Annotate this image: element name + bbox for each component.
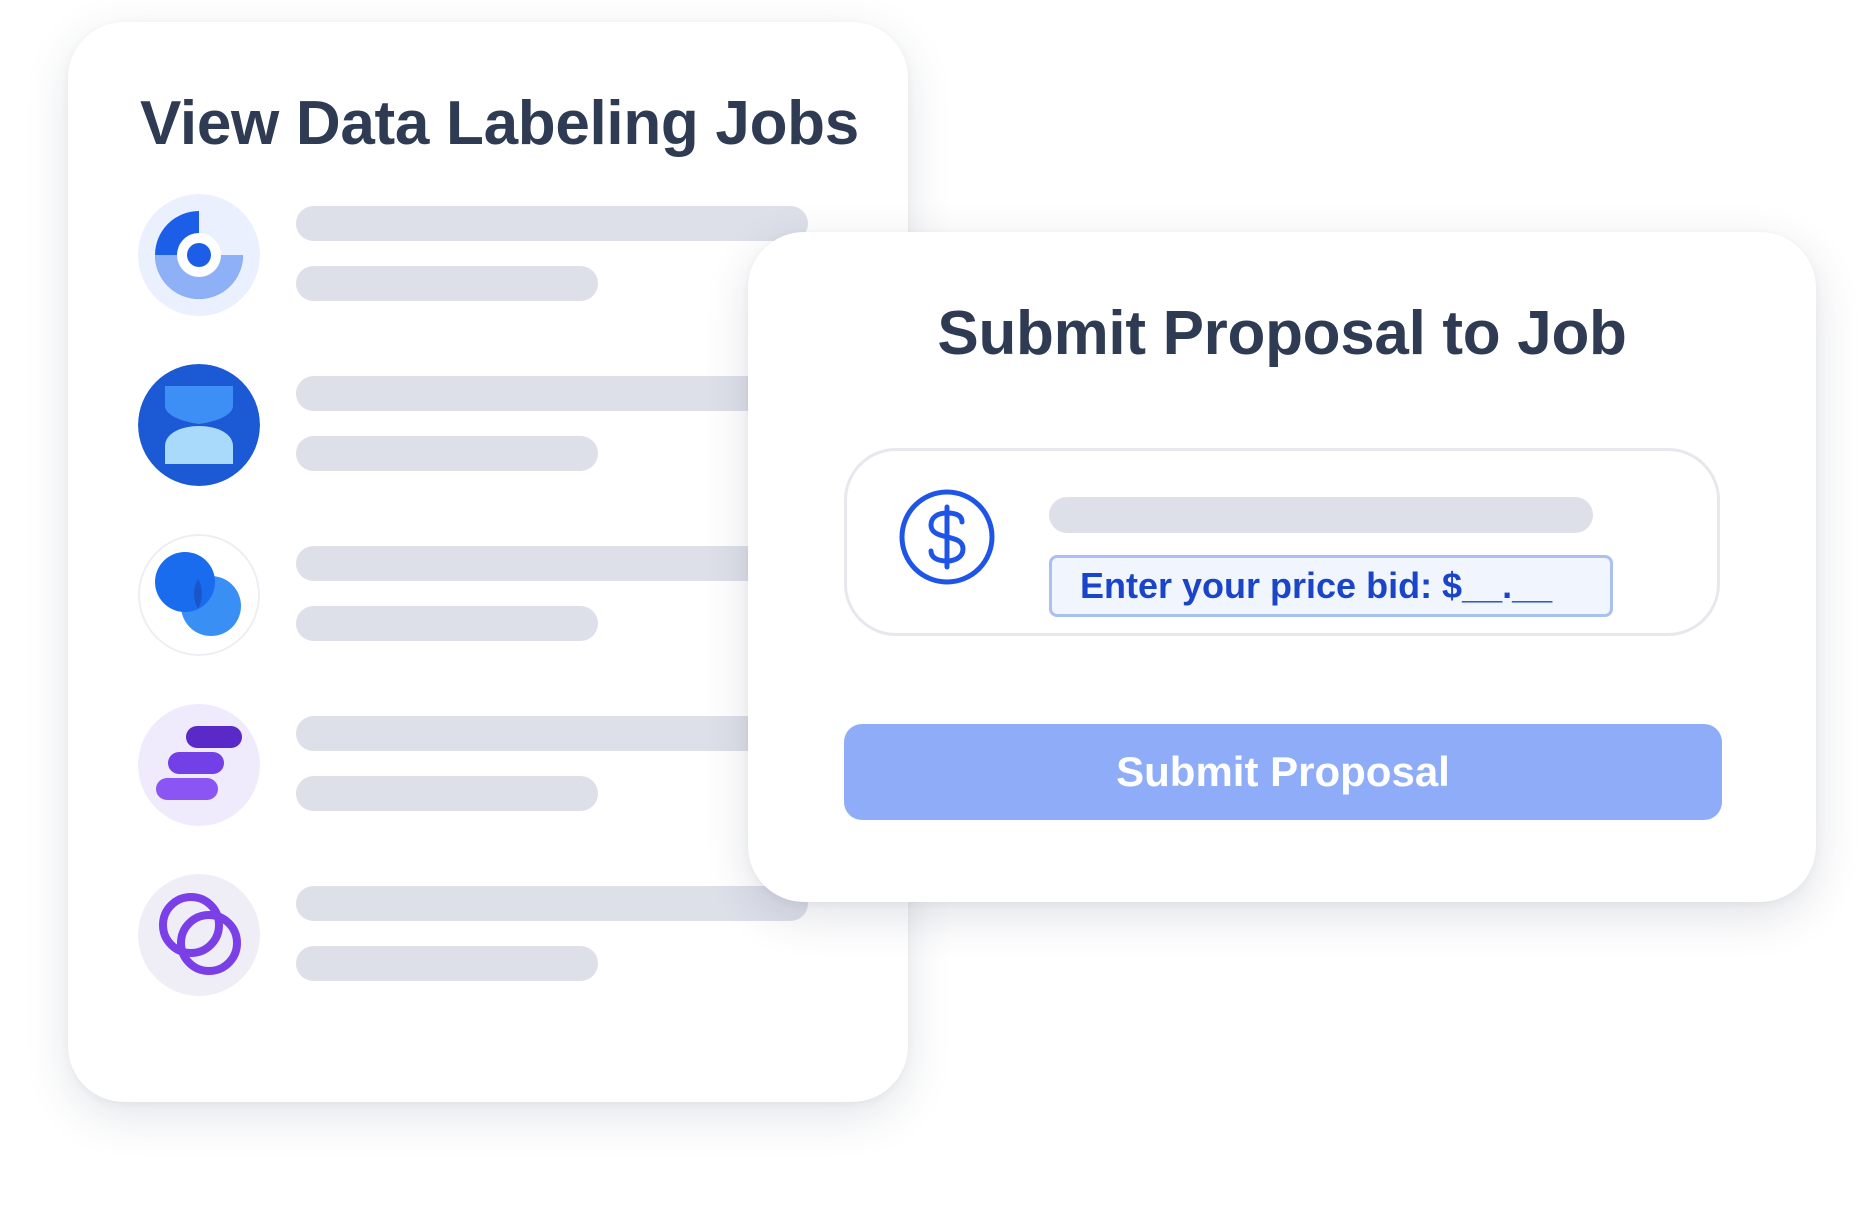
job-subtitle-placeholder — [296, 946, 598, 981]
jobs-title: View Data Labeling Jobs — [140, 89, 859, 158]
job-item[interactable] — [138, 704, 838, 828]
job-title-placeholder — [296, 376, 808, 411]
stacked-bars-logo-icon — [138, 704, 260, 826]
job-title-placeholder — [296, 716, 808, 751]
price-bid-input[interactable]: Enter your price bid: $__.__ — [1049, 555, 1613, 617]
job-item[interactable] — [138, 194, 838, 318]
stage: View Data Labeling Jobs Submit Proposal … — [0, 0, 1863, 1224]
submit-proposal-button[interactable]: Submit Proposal — [844, 724, 1722, 820]
submit-proposal-card: Submit Proposal to Job Enter your price … — [748, 232, 1816, 902]
job-item[interactable] — [138, 364, 838, 488]
job-title-placeholder — [296, 886, 808, 921]
job-subtitle-placeholder — [296, 606, 598, 641]
job-item[interactable] — [138, 534, 838, 658]
linked-rings-logo-icon — [138, 874, 260, 996]
job-title-placeholder — [296, 206, 808, 241]
dollar-circle-icon — [897, 487, 997, 587]
bid-label-placeholder — [1049, 497, 1593, 533]
job-item[interactable] — [138, 874, 838, 998]
hourglass-logo-icon — [138, 364, 260, 486]
bid-box: Enter your price bid: $__.__ — [844, 448, 1720, 636]
proposal-title: Submit Proposal to Job — [937, 299, 1627, 368]
ring-chart-logo-icon — [138, 194, 260, 316]
job-title-placeholder — [296, 546, 808, 581]
overlapping-circles-logo-icon — [138, 534, 260, 656]
job-subtitle-placeholder — [296, 266, 598, 301]
job-subtitle-placeholder — [296, 776, 598, 811]
job-subtitle-placeholder — [296, 436, 598, 471]
